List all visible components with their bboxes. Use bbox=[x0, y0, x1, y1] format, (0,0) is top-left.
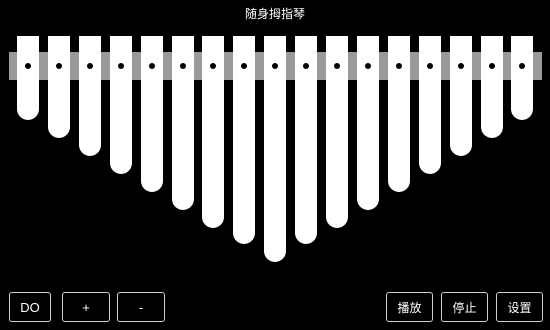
kalimba-instrument bbox=[0, 0, 550, 280]
kalimba-tine[interactable] bbox=[387, 36, 410, 192]
tine-dot bbox=[426, 63, 433, 69]
tine-dot bbox=[55, 63, 62, 69]
tine-dot bbox=[303, 63, 310, 69]
kalimba-tine[interactable] bbox=[480, 36, 503, 138]
kalimba-tine[interactable] bbox=[418, 36, 441, 174]
play-button[interactable]: 播放 bbox=[386, 292, 433, 322]
plus-button[interactable]: + bbox=[62, 292, 110, 322]
kalimba-tine[interactable] bbox=[47, 36, 70, 138]
kalimba-tine[interactable] bbox=[109, 36, 132, 174]
kalimba-tine[interactable] bbox=[17, 36, 39, 120]
kalimba-tine[interactable] bbox=[140, 36, 163, 192]
kalimba-tine[interactable] bbox=[326, 36, 348, 228]
kalimba-tine[interactable] bbox=[78, 36, 101, 156]
tine-dot bbox=[364, 63, 371, 69]
key-button[interactable]: DO bbox=[9, 292, 51, 322]
settings-button[interactable]: 设置 bbox=[496, 292, 543, 322]
kalimba-tine[interactable] bbox=[202, 36, 225, 228]
kalimba-app: 随身拇指琴 DO + - 播放 停止 设置 bbox=[0, 0, 550, 330]
kalimba-tine[interactable] bbox=[171, 36, 194, 210]
tine-dot bbox=[488, 63, 495, 69]
tine-dot bbox=[117, 63, 124, 69]
tine-dot bbox=[334, 63, 340, 69]
minus-button[interactable]: - bbox=[117, 292, 165, 322]
stop-button[interactable]: 停止 bbox=[441, 292, 488, 322]
kalimba-tine[interactable] bbox=[295, 36, 318, 244]
tine-dot bbox=[179, 63, 186, 69]
tine-dot bbox=[148, 63, 155, 69]
kalimba-tine[interactable] bbox=[233, 36, 256, 244]
kalimba-tine[interactable] bbox=[449, 36, 472, 156]
kalimba-tine[interactable] bbox=[511, 36, 534, 120]
tine-dot bbox=[241, 63, 248, 69]
tine-dot bbox=[210, 63, 217, 69]
tine-dot bbox=[395, 63, 402, 69]
kalimba-tine[interactable] bbox=[356, 36, 379, 210]
kalimba-tine[interactable] bbox=[264, 36, 287, 262]
tine-dot bbox=[25, 63, 31, 69]
tine-dot bbox=[272, 63, 279, 69]
tine-dot bbox=[86, 63, 93, 69]
tine-dot bbox=[457, 63, 464, 69]
tine-dot bbox=[519, 63, 526, 69]
